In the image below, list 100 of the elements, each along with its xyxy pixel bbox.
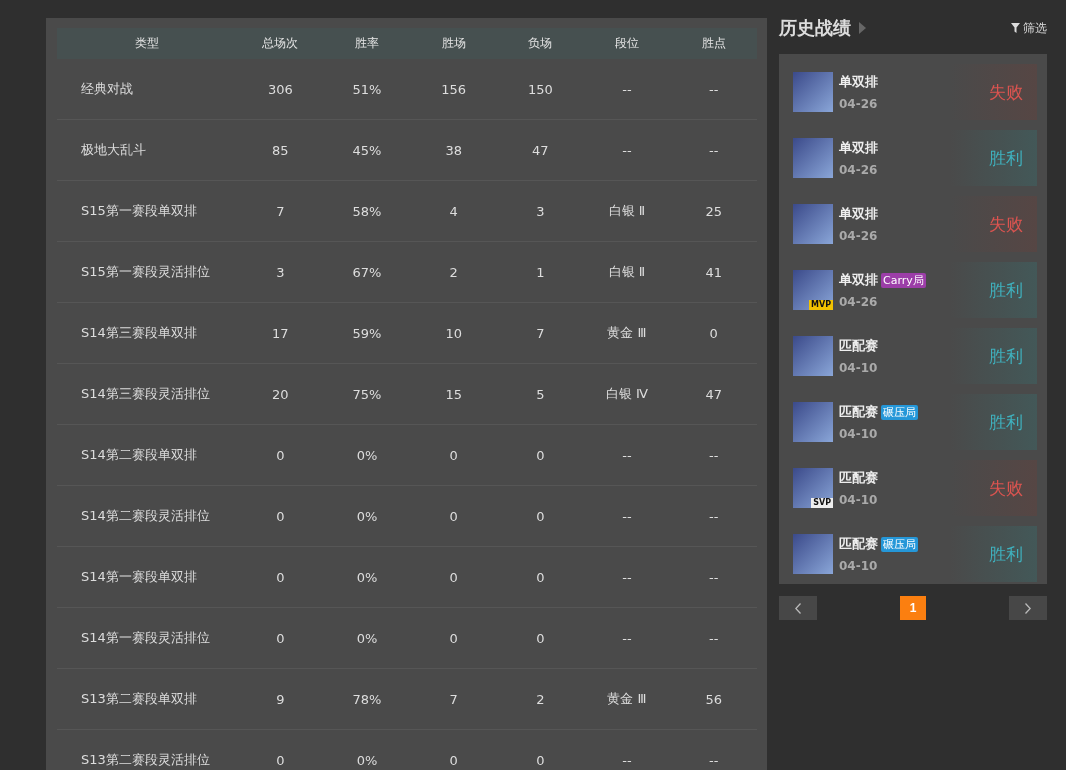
table-cell-text: 306: [266, 81, 294, 97]
table-cell-text: 0%: [355, 630, 379, 646]
table-cell-text: 10: [444, 325, 463, 341]
table-cell-text: --: [621, 508, 633, 524]
table-cell-text: 78%: [351, 691, 383, 707]
table-cell-text: 黄金 Ⅲ: [606, 690, 648, 708]
triangle-icon: [859, 22, 866, 34]
table-cell-text: 1: [535, 264, 546, 280]
table-cell-text: 5: [535, 386, 546, 402]
match-date: 04-26: [839, 97, 879, 111]
table-cell-text: 25: [704, 203, 723, 219]
table-cell-text: 150: [526, 81, 554, 97]
match-row[interactable]: 匹配赛 碾压局 04-10 胜利: [793, 394, 1037, 450]
match-tag: 碾压局: [881, 536, 918, 552]
table-cell-text: 85: [271, 142, 290, 158]
champion-avatar: [793, 72, 833, 112]
table-cell-text: 0: [448, 569, 459, 585]
table-cell-text: 7: [535, 325, 546, 341]
table-cell-text: 3: [535, 203, 546, 219]
table-cell-text: 58%: [351, 203, 383, 219]
table-cell-text: 20: [271, 386, 290, 402]
table-cell-text: 黄金 Ⅲ: [606, 324, 648, 342]
table-cell-text: 0: [448, 630, 459, 646]
table-cell-text: 0: [448, 447, 459, 463]
table-cell-text: 75%: [351, 386, 383, 402]
game-mode: 单双排: [839, 205, 878, 223]
match-row[interactable]: 匹配赛 碾压局 04-10 胜利: [793, 526, 1037, 582]
table-cell-text: --: [621, 752, 633, 768]
table-cell-text: --: [621, 447, 633, 463]
champion-avatar: [793, 204, 833, 244]
filter-button[interactable]: 筛选: [1011, 19, 1047, 37]
table-cell-text: --: [707, 569, 720, 585]
table-cell-text: 0: [448, 508, 459, 524]
game-mode: 单双排: [839, 73, 878, 91]
table-cell-text: S15第一赛段单双排: [80, 202, 198, 220]
table-cell-text: S13第二赛段单双排: [80, 690, 198, 708]
table-cell-text: 0: [535, 447, 546, 463]
match-date: 04-10: [839, 493, 879, 507]
match-row[interactable]: 单双排 04-26 失败: [793, 64, 1037, 120]
table-cell-text: --: [621, 81, 633, 97]
match-row[interactable]: 单双排 04-26 胜利: [793, 130, 1037, 186]
previous-page-button[interactable]: [779, 596, 817, 620]
table-cell-text: 47: [704, 386, 723, 402]
table-cell-text: 白银 Ⅱ: [607, 263, 647, 281]
table-cell-text: --: [621, 142, 633, 158]
match-date: 04-10: [839, 361, 879, 375]
table-cell-text: 0: [275, 569, 286, 585]
match-date: 04-26: [839, 229, 879, 243]
champion-avatar: [793, 534, 833, 574]
chevron-left-icon: [795, 602, 801, 614]
game-mode: 匹配赛: [839, 535, 878, 553]
rank-badge: MVP: [809, 300, 833, 310]
table-cell-text: S14第一赛段灵活排位: [80, 629, 211, 647]
table-cell-text: 56: [704, 691, 723, 707]
table-cell-text: 3: [275, 264, 286, 280]
match-row[interactable]: MVP 单双排 Carry局 04-26 胜利: [793, 262, 1037, 318]
table-cell-text: 38: [444, 142, 463, 158]
column-header: 胜点: [700, 35, 727, 52]
match-date: 04-10: [839, 559, 879, 573]
column-header: 总场次: [261, 35, 300, 52]
table-cell-text: 0%: [355, 752, 379, 768]
match-tag: Carry局: [881, 272, 926, 288]
match-row[interactable]: 匹配赛 04-10 胜利: [793, 328, 1037, 384]
table-cell-text: 2: [448, 264, 459, 280]
rank-badge: SVP: [811, 498, 833, 508]
column-header: 段位: [614, 35, 640, 52]
table-cell-text: 47: [531, 142, 550, 158]
table-cell-text: 41: [704, 264, 723, 280]
match-date: 04-26: [839, 295, 879, 309]
table-cell-text: S14第二赛段灵活排位: [80, 507, 211, 525]
table-cell-text: 51%: [351, 81, 383, 97]
table-cell-text: 7: [448, 691, 459, 707]
match-row[interactable]: 单双排 04-26 失败: [793, 196, 1037, 252]
match-tag: 碾压局: [881, 404, 918, 420]
table-cell-text: 0: [535, 630, 546, 646]
table-cell-text: S14第一赛段单双排: [80, 568, 198, 586]
table-cell-text: 0: [535, 569, 546, 585]
table-cell-text: 0: [535, 508, 546, 524]
table-cell-text: S14第二赛段单双排: [80, 446, 198, 464]
filter-icon: [1011, 23, 1020, 33]
table-cell-text: 0: [275, 508, 286, 524]
game-mode: 匹配赛: [839, 469, 878, 487]
table-cell-text: 59%: [351, 325, 383, 341]
table-cell-text: 0: [275, 630, 286, 646]
table-cell-text: 白银 Ⅱ: [607, 202, 647, 220]
match-date: 04-26: [839, 163, 879, 177]
match-row[interactable]: SVP 匹配赛 04-10 失败: [793, 460, 1037, 516]
game-mode: 单双排: [839, 271, 878, 289]
column-header: 类型: [134, 35, 160, 52]
table-cell-text: --: [621, 569, 633, 585]
game-mode: 单双排: [839, 139, 878, 157]
table-cell-text: S14第三赛段单双排: [80, 324, 198, 342]
table-cell-text: 17: [271, 325, 290, 341]
table-cell-text: 白银 Ⅳ: [604, 385, 650, 403]
table-cell-text: 0: [275, 447, 286, 463]
table-cell-text: --: [707, 142, 720, 158]
table-cell-text: 7: [275, 203, 286, 219]
next-page-button[interactable]: [1009, 596, 1047, 620]
champion-avatar: [793, 402, 833, 442]
table-cell-text: 0: [448, 752, 459, 768]
